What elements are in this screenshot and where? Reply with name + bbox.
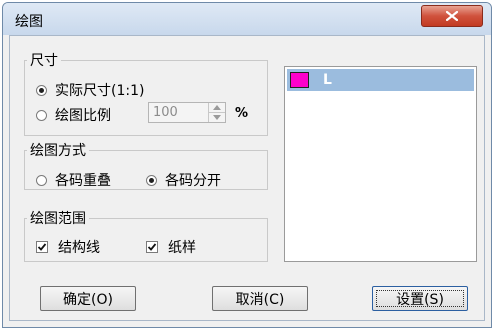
checkmark-icon [147,243,157,251]
pattern-label: 纸样 [168,240,196,256]
ok-button[interactable]: 确定(O) [40,286,136,311]
scale-up-button[interactable] [209,103,225,113]
list-item-label: L [323,72,332,88]
dialog-body: 尺寸 实际尺寸(1:1) 绘图比例 100 % 绘图方式 各码重叠 各码分开 绘… [9,35,485,321]
range-group-legend: 绘图范围 [30,211,86,227]
actual-size-label: 实际尺寸(1:1) [55,83,145,99]
scale-stepper[interactable]: 100 [148,102,226,123]
separate-option[interactable]: 各码分开 [146,170,221,190]
separate-label: 各码分开 [165,173,221,189]
structure-checkbox[interactable] [36,241,48,253]
close-icon [446,11,458,21]
method-group-legend: 绘图方式 [30,143,86,159]
scale-value[interactable]: 100 [153,105,178,120]
arrow-up-icon [213,105,221,110]
color-swatch [290,72,309,88]
checkmark-icon [37,243,47,251]
size-group-legend: 尺寸 [30,53,58,69]
title-bar[interactable]: 绘图 [3,3,491,35]
focus-rect [376,290,464,307]
separate-radio[interactable] [146,174,157,186]
cancel-button-label: 取消(C) [235,291,285,308]
structure-option[interactable]: 结构线 [36,237,100,257]
scale-unit: % [235,106,249,121]
dialog-window: 绘图 尺寸 实际尺寸(1:1) 绘图比例 100 % 绘图方式 各码重叠 各码分… [2,2,492,328]
actual-size-radio[interactable] [36,84,47,96]
overlap-label: 各码重叠 [55,173,111,189]
window-title: 绘图 [15,14,43,30]
overlap-option[interactable]: 各码重叠 [36,170,111,190]
scale-down-button[interactable] [209,113,225,122]
scale-radio[interactable] [36,109,47,121]
close-button[interactable] [421,5,483,27]
size-list[interactable]: L [284,66,477,262]
scale-label: 绘图比例 [55,108,111,124]
actual-size-option[interactable]: 实际尺寸(1:1) [36,80,144,100]
overlap-radio[interactable] [36,174,47,186]
scale-option[interactable]: 绘图比例 [36,105,111,125]
pattern-option[interactable]: 纸样 [146,237,196,257]
pattern-checkbox[interactable] [146,241,158,253]
list-item[interactable]: L [287,69,474,91]
cancel-button[interactable]: 取消(C) [212,286,308,311]
structure-label: 结构线 [58,240,100,256]
arrow-down-icon [213,115,221,120]
settings-button[interactable]: 设置(S) [372,286,468,311]
ok-button-label: 确定(O) [63,291,113,308]
